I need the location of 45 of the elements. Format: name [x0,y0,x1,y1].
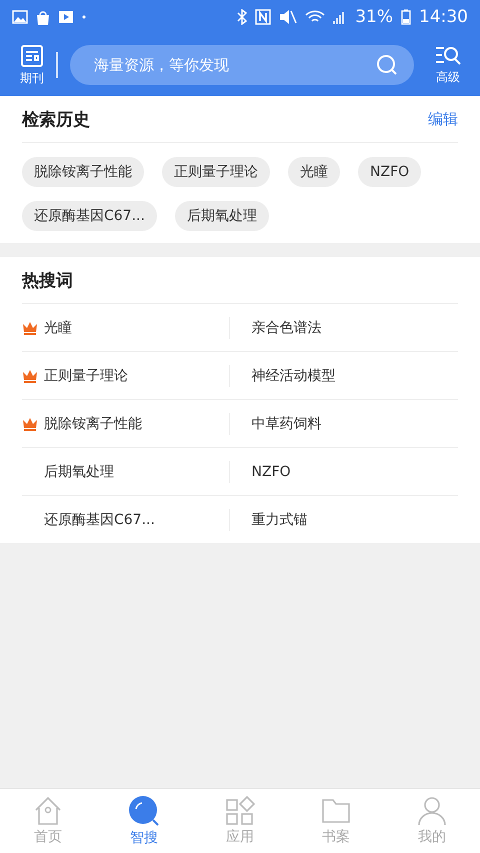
crown-icon [22,416,38,430]
folder-icon [321,796,351,826]
section-title: 热搜词 [22,270,73,292]
apps-icon [225,796,255,826]
home-icon [33,796,63,826]
crown-icon [22,320,38,334]
newspaper-icon [20,44,44,68]
history-tag[interactable]: 后期氧处理 [174,201,269,231]
dot-icon [82,15,86,19]
history-tag[interactable]: 正则量子理论 [162,157,270,187]
history-tag[interactable]: 脱除铵离子性能 [22,157,144,187]
mute-icon [279,9,298,25]
hot-word[interactable]: 神经活动模型 [252,366,336,384]
hot-word[interactable]: 亲合色谱法 [252,318,322,336]
search-icon[interactable] [376,54,398,76]
hot-word[interactable]: 光瞳 [44,318,72,336]
clock-time: 14:30 [419,7,468,27]
hot-word[interactable]: 还原酶基因C67... [44,510,155,528]
nfc-icon [255,9,272,25]
journal-button[interactable]: 期刊 [20,44,44,86]
hot-word[interactable]: 后期氧处理 [44,462,114,480]
search-icon [128,795,160,827]
battery-icon [401,9,411,25]
image-icon [12,10,28,24]
edit-link[interactable]: 编辑 [428,110,458,128]
search-field[interactable]: 海量资源，等你发现 [92,55,376,75]
section-title: 检索历史 [22,108,90,130]
bag-icon [36,10,50,24]
history-tag[interactable]: 还原酶基因C67... [22,201,157,231]
filter-search-icon [435,44,461,66]
advanced-search-button[interactable]: 高级 [426,44,470,86]
hot-word[interactable]: 脱除铵离子性能 [44,414,142,432]
hot-word[interactable]: NZFO [252,464,291,480]
search-bar[interactable]: 海量资源，等你发现 [70,45,414,85]
hot-word[interactable]: 重力式锚 [252,510,308,528]
user-icon [417,796,447,826]
bluetooth-icon [237,9,248,25]
hot-word[interactable]: 中草药饲料 [252,414,322,432]
hot-word[interactable]: 正则量子理论 [44,366,128,384]
video-icon [58,10,74,24]
history-tag[interactable]: NZFO [358,157,422,187]
history-tag[interactable]: 光瞳 [288,157,340,187]
battery-percent: 31% [355,7,393,27]
crown-icon [22,368,38,382]
nav-tab[interactable]: 智搜 [96,789,192,853]
